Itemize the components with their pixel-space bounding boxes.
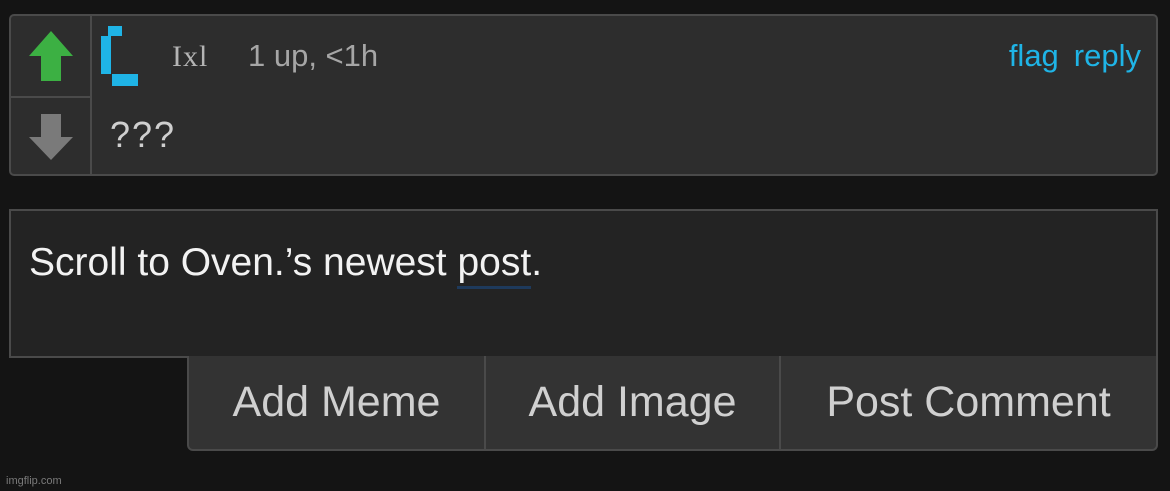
comment-actions: flag reply (1009, 38, 1141, 74)
comment-input[interactable]: Scroll to Oven.’s newest post. (9, 209, 1158, 358)
watermark: imgflip.com (6, 475, 62, 487)
reply-link[interactable]: reply (1074, 38, 1141, 74)
downvote-button[interactable] (11, 98, 90, 176)
arrow-up-icon (28, 31, 73, 81)
comment-username[interactable]: Ixl (172, 40, 208, 74)
arrow-down-icon (28, 114, 73, 160)
vote-column (11, 16, 92, 174)
comment-input-text-start: Scroll to Oven.’s newest (29, 241, 458, 284)
post-comment-button[interactable]: Post Comment (779, 356, 1156, 449)
comment-input-text: Scroll to Oven.’s newest post. (29, 241, 543, 289)
upvote-button[interactable] (11, 16, 90, 98)
add-meme-button[interactable]: Add Meme (189, 356, 484, 449)
comment-input-text-end: . (531, 241, 543, 284)
comment-card: Ixl 1 up, <1h flag reply ??? (9, 14, 1158, 176)
add-image-button[interactable]: Add Image (484, 356, 779, 449)
composer-button-bar: Add Meme Add Image Post Comment (187, 356, 1158, 451)
avatar[interactable] (101, 26, 141, 88)
comment-text: ??? (110, 114, 177, 155)
flag-link[interactable]: flag (1009, 38, 1059, 74)
comment-meta: 1 up, <1h (248, 38, 379, 73)
spellcheck-underline-word: post (457, 241, 532, 289)
comment-main: Ixl 1 up, <1h flag reply ??? (92, 16, 1156, 174)
